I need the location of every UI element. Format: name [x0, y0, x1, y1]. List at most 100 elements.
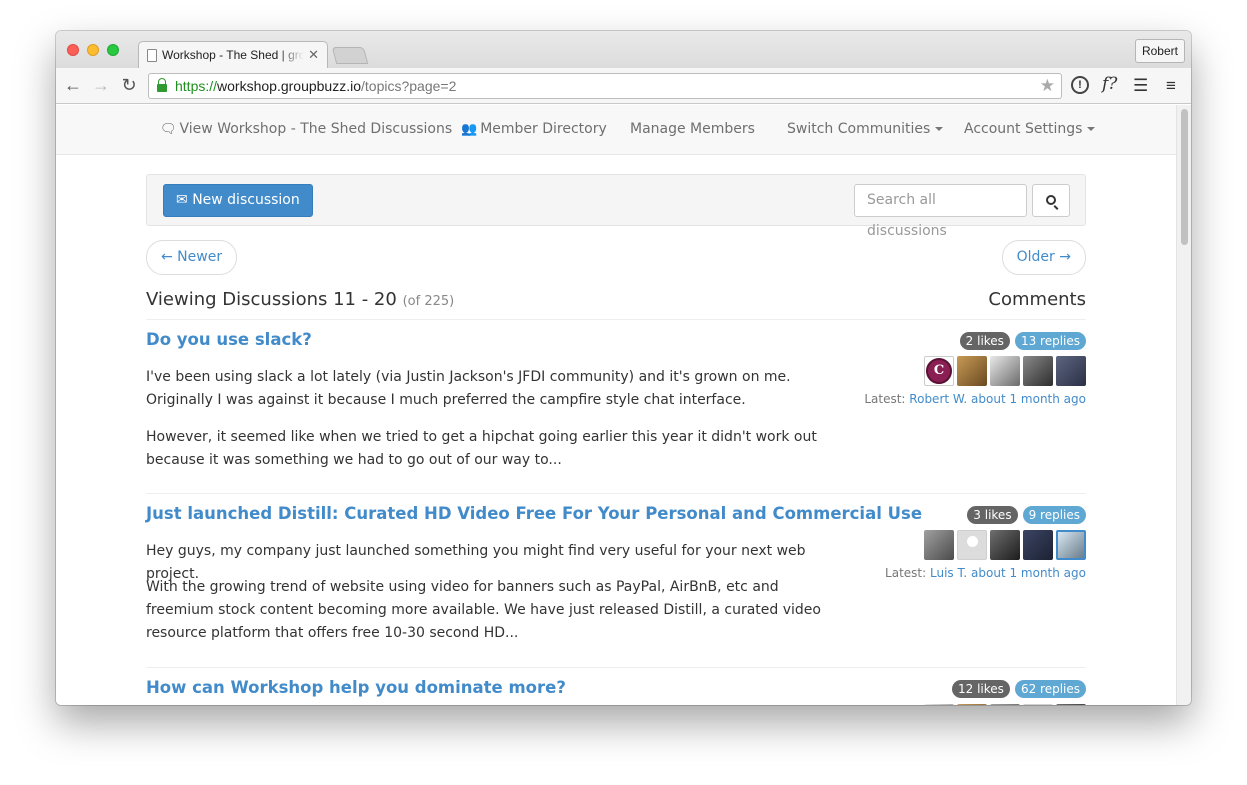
nav-switch-communities-label: Switch Communities [787, 121, 931, 137]
users-icon: 👥 [461, 122, 478, 137]
latest-time-link[interactable]: about 1 month ago [971, 566, 1086, 580]
avatar[interactable] [924, 704, 954, 705]
latest-label: Latest: [864, 392, 906, 406]
zoom-window-button[interactable] [107, 44, 119, 56]
latest-label: Latest: [885, 566, 927, 580]
avatar[interactable] [1056, 704, 1086, 705]
likes-badge: 2 likes [959, 332, 1010, 350]
tab-title: Workshop - The Shed | groupbuzz [162, 48, 305, 62]
participant-avatars [924, 530, 1086, 560]
nav-member-directory[interactable]: 👥 Member Directory [461, 121, 607, 137]
forward-arrow-icon[interactable]: → [90, 74, 112, 96]
profile-button[interactable]: Robert [1134, 39, 1185, 63]
scrollbar-thumb[interactable] [1181, 109, 1188, 245]
older-page-button[interactable]: Older → [1001, 240, 1086, 275]
topic-title-link[interactable]: Do you use slack? [146, 330, 312, 349]
url-path: /topics?page=2 [361, 78, 457, 94]
latest-user-link[interactable]: Robert W. [909, 392, 967, 406]
comments-icon: 🗨 [160, 122, 177, 137]
topic-excerpt-paragraph: However, it seemed like when we tried to… [146, 429, 817, 468]
reload-icon[interactable]: ↻ [118, 74, 140, 96]
buffer-stack-icon[interactable]: ☰ [1133, 75, 1148, 97]
bookmark-star-icon[interactable]: ★ [1040, 76, 1055, 96]
listing-heading: Viewing Discussions 11 - 20 (of 225) [146, 289, 454, 310]
page-viewport: 🗨 View Workshop - The Shed Discussions 👥 M… [56, 105, 1176, 705]
likes-badge: 12 likes [952, 680, 1010, 698]
address-bar[interactable]: https://workshop.groupbuzz.io/topics?pag… [148, 73, 1062, 99]
latest-reply-info: Latest: Robert W. about 1 month ago [864, 392, 1086, 406]
actions-well: ✉ New discussion Search all discussions [146, 174, 1086, 239]
search-button[interactable] [1032, 184, 1070, 217]
topic-title-link[interactable]: How can Workshop help you dominate more? [146, 678, 566, 697]
comments-heading: Comments [988, 289, 1086, 310]
listing-range: Viewing Discussions 11 - 20 [146, 289, 397, 310]
tab-close-icon[interactable]: ✕ [308, 47, 319, 63]
latest-user-link[interactable]: Luis T. [930, 566, 967, 580]
avatar[interactable] [990, 356, 1020, 386]
topic-title-link[interactable]: Just launched Distill: Curated HD Video … [146, 504, 922, 523]
avatar[interactable] [990, 530, 1020, 560]
listing-total: (of 225) [402, 294, 455, 309]
search-icon [1046, 195, 1056, 205]
topic-excerpt-paragraph: With the growing trend of website using … [146, 579, 821, 641]
back-arrow-icon[interactable]: ← [62, 74, 84, 96]
avatar[interactable] [1056, 530, 1086, 560]
topic-stats: 12 likes 62 replies [952, 680, 1086, 698]
nav-manage-members-label: Manage Members [630, 121, 755, 137]
minimize-window-button[interactable] [87, 44, 99, 56]
page-icon [147, 48, 157, 62]
avatar[interactable] [1023, 530, 1053, 560]
latest-time-link[interactable]: about 1 month ago [971, 392, 1086, 406]
nav-view-discussions[interactable]: 🗨 View Workshop - The Shed Discussions [160, 121, 452, 137]
avatar[interactable] [1023, 704, 1053, 705]
new-discussion-label: New discussion [192, 192, 300, 208]
workshop-logo-icon: C [926, 358, 952, 384]
latest-reply-info: Latest: Luis T. about 1 month ago [885, 566, 1086, 580]
participant-avatars: C [924, 356, 1086, 386]
avatar[interactable] [1056, 356, 1086, 386]
nav-member-directory-label: Member Directory [480, 121, 607, 137]
avatar[interactable] [1023, 356, 1053, 386]
browser-tab-active[interactable]: Workshop - The Shed | groupbuzz ✕ [138, 41, 328, 68]
topic-stats: 3 likes 9 replies [967, 506, 1086, 524]
close-window-button[interactable] [67, 44, 79, 56]
font-f-icon[interactable]: f? [1102, 73, 1117, 95]
replies-badge: 9 replies [1022, 506, 1086, 524]
divider [146, 319, 1086, 320]
browser-window: Workshop - The Shed | groupbuzz ✕ Robert… [56, 31, 1191, 705]
topic-excerpt-paragraph: I've been using slack a lot lately (via … [146, 369, 791, 408]
nav-account-settings[interactable]: Account Settings [964, 121, 1096, 137]
new-discussion-button[interactable]: ✉ New discussion [163, 184, 313, 217]
info-icon[interactable]: ! [1071, 76, 1089, 94]
new-tab-button[interactable] [331, 47, 369, 64]
nav-account-settings-label: Account Settings [964, 121, 1083, 137]
page-scrollbar[interactable] [1176, 105, 1191, 705]
browser-toolbar: ← → ↻ https://workshop.groupbuzz.io/topi… [56, 68, 1191, 104]
nav-switch-communities[interactable]: Switch Communities [787, 121, 944, 137]
url-scheme: https:// [175, 78, 218, 94]
hamburger-menu-icon[interactable]: ≡ [1166, 75, 1176, 97]
lock-icon [157, 78, 167, 92]
caret-down-icon [935, 127, 944, 131]
topic-stats: 2 likes 13 replies [959, 332, 1086, 350]
participant-avatars [924, 704, 1086, 705]
replies-badge: 62 replies [1014, 680, 1086, 698]
topic-row: How can Workshop help you dominate more?… [146, 678, 1086, 705]
avatar[interactable] [957, 356, 987, 386]
caret-down-icon [1087, 127, 1096, 131]
newer-page-button[interactable]: ← Newer [146, 240, 238, 275]
nav-manage-members[interactable]: Manage Members [630, 121, 755, 137]
avatar[interactable] [957, 530, 987, 560]
url-host: workshop.groupbuzz.io [217, 78, 362, 94]
nav-view-discussions-label: View Workshop - The Shed Discussions [179, 121, 453, 137]
avatar[interactable] [957, 704, 987, 705]
site-navbar: 🗨 View Workshop - The Shed Discussions 👥 M… [56, 105, 1176, 155]
topic-row: Just launched Distill: Curated HD Video … [146, 504, 1086, 664]
divider [146, 493, 1086, 494]
tab-strip: Workshop - The Shed | groupbuzz ✕ Robert [56, 31, 1191, 68]
likes-badge: 3 likes [967, 506, 1018, 524]
search-input[interactable]: Search all discussions [854, 184, 1027, 239]
avatar[interactable]: C [924, 356, 954, 386]
avatar[interactable] [924, 530, 954, 560]
avatar[interactable] [990, 704, 1020, 705]
